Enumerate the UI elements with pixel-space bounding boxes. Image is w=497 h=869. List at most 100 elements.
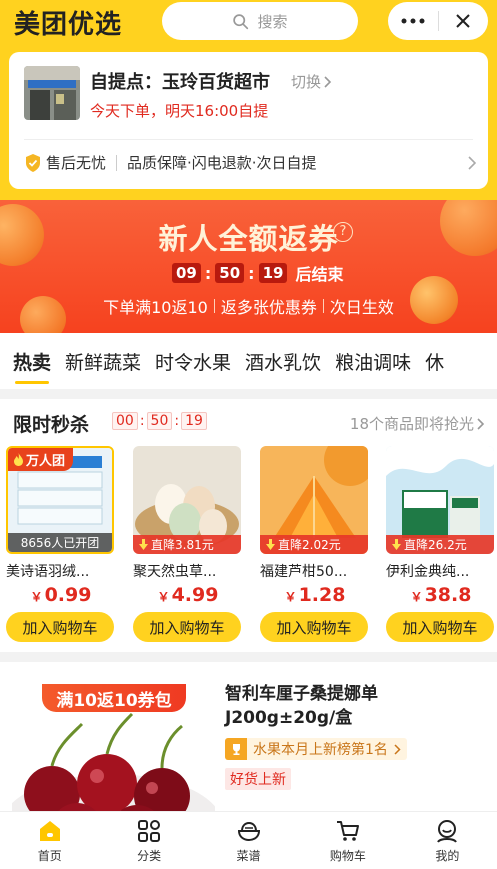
product-name: 聚天然虫草... (133, 564, 217, 580)
add-to-cart-button[interactable]: 加入购物车 (133, 612, 241, 642)
group-count-tag: 8656人已开团 (8, 533, 112, 552)
tab-grain-oil[interactable]: 粮油调味 (335, 348, 411, 375)
arrow-down-icon (139, 539, 148, 550)
banner-sub-item: 返多张优惠券 (220, 298, 317, 317)
nav-category[interactable]: 分类 (99, 812, 198, 869)
banner-title: 新人全额返券 (158, 222, 339, 256)
tab-hot[interactable]: 热卖 (13, 348, 51, 384)
pickup-card: 自提点：玉玲百货超市 切换 今天下单，明天16:00自提 售后无忧 品质保障·闪… (9, 52, 488, 189)
search-placeholder: 搜索 (257, 12, 288, 31)
trophy-icon (225, 738, 247, 760)
pickup-point-title: 自提点：玉玲百货超市 (90, 72, 270, 93)
flash-sale-countdown: 00: 50: 19 (112, 412, 207, 430)
product-price: ￥ 4.99 (157, 584, 219, 606)
close-button[interactable] (438, 2, 488, 40)
banner-sub-item: 下单满10返10 (103, 298, 208, 317)
header: 美团优选 搜索 自提点：玉玲百货超市 切换 今天下单，明天16:00自提 售后无… (0, 0, 497, 200)
product-image: 直降2.02元 (260, 446, 368, 554)
mini-program-capsule (388, 2, 488, 40)
bottom-nav: 首页 分类 菜谱 购物车 我的 (0, 811, 497, 869)
shield-check-icon (26, 153, 40, 172)
product-card[interactable]: 万人团 8656人已开团 美诗语羽绒... ￥ 0.99 加入购物车 (6, 446, 116, 642)
banner-subtitle: 下单满10返10 返多张优惠券 次日生效 (0, 294, 497, 318)
guarantee-row[interactable]: 售后无忧 品质保障·闪电退款·次日自提 (24, 152, 317, 173)
category-grid-icon (138, 819, 161, 842)
banner-countdown: 09 : 50 : 19 后结束 (172, 261, 343, 285)
app-logo: 美团优选 (14, 10, 123, 40)
product-price: ￥ 0.99 (30, 584, 92, 606)
banner-sub-item: 次日生效 (329, 298, 394, 317)
countdown-end-label: 后结束 (295, 265, 344, 284)
switch-label: 切换 (291, 73, 322, 91)
chevron-right-icon (468, 156, 476, 170)
ranking-text: 水果本月上新榜第1名 (253, 742, 388, 758)
nav-label: 菜谱 (236, 848, 261, 863)
new-arrival-tag: 好货上新 (225, 768, 291, 790)
guarantee-label: 售后无忧 (46, 154, 107, 172)
nav-home[interactable]: 首页 (0, 812, 99, 869)
close-icon (456, 14, 470, 28)
coupon-pack-badge: 满10返10券包 (42, 684, 186, 712)
product-name: 伊利金典纯... (386, 564, 470, 580)
more-dots-icon (401, 18, 425, 24)
nav-label: 我的 (435, 848, 460, 863)
more-button[interactable] (388, 2, 438, 40)
home-icon (39, 820, 60, 841)
product-image: 直降3.81元 (133, 446, 241, 554)
product-name: 美诗语羽绒... (6, 564, 90, 580)
product-image: 直降26.2元 (386, 446, 494, 554)
countdown-minutes: 50 (215, 263, 245, 283)
add-to-cart-button[interactable]: 加入购物车 (6, 612, 114, 642)
fire-icon (14, 453, 23, 466)
featured-product-title: 智利车厘子桑提娜单J200g±20g/盒 (225, 684, 378, 728)
price-drop-tag: 直降2.02元 (260, 535, 368, 554)
add-to-cart-button[interactable]: 加入购物车 (260, 612, 368, 642)
card-divider (24, 139, 473, 140)
price-drop-tag: 直降26.2元 (386, 535, 494, 554)
product-name: 福建芦柑50... (260, 564, 348, 580)
countdown-seconds: 19 (181, 412, 207, 430)
search-bar[interactable]: 搜索 (162, 2, 358, 40)
flash-sale-section: 限时秒杀 00: 50: 19 18个商品即将抢光 万人团 8656人已开团 美… (0, 399, 497, 652)
countdown-minutes: 50 (146, 412, 173, 430)
product-card[interactable]: 直降26.2元 伊利金典纯... ￥ 38.8 加入购物车 (386, 446, 496, 642)
flash-sale-more-text: 18个商品即将抢光 (349, 415, 474, 433)
guarantee-divider (116, 154, 118, 171)
product-card[interactable]: 直降3.81元 聚天然虫草... ￥ 4.99 加入购物车 (133, 446, 243, 642)
add-to-cart-button[interactable]: 加入购物车 (386, 612, 494, 642)
nav-cart[interactable]: 购物车 (298, 812, 397, 869)
countdown-hours: 09 (172, 263, 201, 283)
price-drop-tag: 直降3.81元 (133, 535, 241, 554)
tab-drinks[interactable]: 酒水乳饮 (245, 348, 321, 375)
switch-pickup-button[interactable]: 切换 (291, 71, 332, 92)
help-icon[interactable]: ? (333, 222, 353, 242)
chevron-right-icon (394, 743, 401, 755)
product-price: ￥ 38.8 (410, 584, 472, 606)
ranking-badge[interactable]: 水果本月上新榜第1名 (225, 738, 407, 760)
arrow-down-icon (392, 539, 401, 550)
nav-label: 购物车 (329, 848, 366, 863)
cart-icon (336, 820, 359, 841)
tab-fruits[interactable]: 时令水果 (155, 348, 231, 375)
group-badge: 万人团 (8, 448, 74, 471)
flash-sale-more-link[interactable]: 18个商品即将抢光 (350, 413, 485, 434)
tab-more[interactable]: 休 (425, 348, 444, 375)
countdown-hours: 00 (112, 412, 138, 430)
product-card[interactable]: 直降2.02元 福建芦柑50... ￥ 1.28 加入购物车 (260, 446, 370, 642)
bowl-icon (237, 821, 260, 841)
category-tabs: 热卖 新鲜蔬菜 时令水果 酒水乳饮 粮油调味 休 (0, 333, 497, 389)
product-image: 万人团 8656人已开团 (6, 446, 114, 554)
pickup-time-text: 今天下单，明天16:00自提 (90, 102, 269, 120)
guarantee-detail: 品质保障·闪电退款·次日自提 (127, 154, 317, 172)
nav-label: 首页 (37, 848, 62, 863)
store-photo (24, 66, 80, 120)
nav-recipes[interactable]: 菜谱 (199, 812, 298, 869)
nav-label: 分类 (137, 848, 162, 863)
arrow-down-icon (266, 539, 275, 550)
flash-sale-title: 限时秒杀 (13, 414, 90, 436)
product-price: ￥ 1.28 (284, 584, 346, 606)
nav-profile[interactable]: 我的 (398, 812, 497, 869)
countdown-seconds: 19 (258, 263, 288, 283)
new-user-coupon-banner[interactable]: 新人全额返券 ? 09 : 50 : 19 后结束 下单满10返10 返多张优惠… (0, 200, 497, 333)
tab-vegetables[interactable]: 新鲜蔬菜 (65, 348, 141, 375)
